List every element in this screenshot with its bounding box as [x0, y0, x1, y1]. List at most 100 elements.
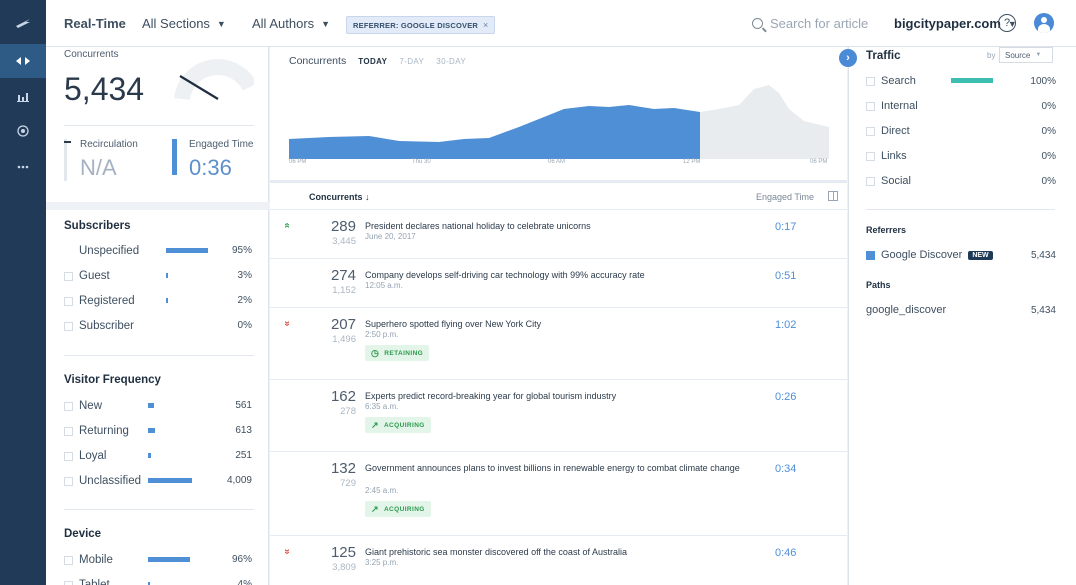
checkbox[interactable]: [64, 555, 73, 565]
article-title[interactable]: Experts predict record-breaking year for…: [365, 391, 745, 402]
article-engaged-time: 1:02: [775, 319, 797, 331]
columns-icon[interactable]: [828, 191, 838, 201]
collapse-panel-icon[interactable]: ›: [839, 49, 857, 67]
logo-icon[interactable]: [0, 6, 46, 40]
article-concurrents: 274: [330, 267, 356, 284]
article-previous: 1,152: [332, 285, 356, 296]
search-input[interactable]: Search for article: [752, 0, 868, 47]
article-row[interactable]: 162 278 Experts predict record-breaking ye…: [270, 380, 847, 452]
referrer-name: Google Discover: [881, 249, 963, 261]
article-time: 3:25 p.m.: [365, 558, 399, 567]
stat-bar: [148, 403, 154, 408]
avatar[interactable]: [1034, 13, 1054, 33]
stat-value: 95%: [231, 245, 252, 256]
article-row[interactable]: 274 1,152 Company develops self-driving ca…: [270, 259, 847, 308]
checkbox[interactable]: [64, 401, 73, 411]
more-icon[interactable]: [0, 150, 46, 184]
sort-label: Concurrents: [309, 192, 363, 202]
stat-label: Tablet: [79, 579, 110, 585]
sections-dropdown[interactable]: All Sections ▼: [142, 0, 226, 47]
stat-label: Registered: [79, 295, 135, 307]
sort-arrow-icon: ↓: [365, 192, 370, 202]
article-time: 12:05 a.m.: [365, 281, 403, 290]
checkbox[interactable]: [64, 476, 73, 486]
article-row[interactable]: 132 729 Government announces plans to inve…: [270, 452, 847, 536]
reports-icon[interactable]: [0, 80, 46, 114]
help-icon[interactable]: ?: [998, 14, 1016, 32]
chevron-down-icon: ▼: [1035, 52, 1042, 58]
sections-label: All Sections: [142, 16, 210, 31]
checkbox[interactable]: [64, 296, 73, 306]
article-title[interactable]: President declares national holiday to c…: [365, 221, 745, 232]
article-title[interactable]: Government announces plans to invest bil…: [365, 463, 745, 474]
chevron-down-icon: ▼: [321, 18, 331, 29]
traffic-row[interactable]: Direct 0%: [866, 121, 1056, 141]
stat-bar: [166, 298, 168, 303]
article-row[interactable]: » 207 1,496 Superhero spotted flying over N…: [270, 308, 847, 380]
traffic-label: Internal: [881, 100, 918, 112]
stat-value: 96%: [231, 554, 252, 565]
x-tick-1: 06 PM: [289, 159, 307, 165]
tab-30-day[interactable]: 30-DAY: [436, 57, 466, 66]
checkbox[interactable]: [64, 321, 73, 331]
traffic-value: 0%: [1041, 150, 1056, 162]
sort-concurrents[interactable]: Concurrents ↓: [309, 192, 370, 202]
authors-dropdown[interactable]: All Authors ▼: [252, 0, 330, 47]
referrer-value: 5,434: [1030, 249, 1056, 261]
checkbox[interactable]: [64, 271, 73, 281]
stat-value: 613: [235, 425, 252, 436]
checkbox[interactable]: [64, 426, 73, 436]
traffic-by-label: by: [987, 51, 996, 60]
checkbox[interactable]: [866, 76, 875, 86]
acquiring-badge: ↗ ACQUIRING: [365, 417, 431, 433]
target-icon[interactable]: [0, 114, 46, 148]
article-row[interactable]: » 125 3,809 Giant prehistoric sea monster d…: [270, 536, 847, 585]
checkbox[interactable]: [866, 126, 875, 136]
realtime-icon[interactable]: [0, 44, 46, 78]
traffic-label: Search: [881, 75, 916, 87]
article-previous: 3,809: [332, 562, 356, 573]
close-icon[interactable]: ×: [483, 20, 488, 30]
tab-today[interactable]: TODAY: [358, 57, 387, 66]
device-title: Device: [64, 528, 102, 540]
traffic-row[interactable]: Links 0%: [866, 146, 1056, 166]
path-value: 5,434: [1030, 304, 1056, 316]
stat-bar: [148, 557, 190, 562]
article-time: 2:50 p.m.: [365, 330, 399, 339]
chart-header: Concurrents TODAY 7-DAY 30-DAY: [289, 55, 466, 67]
referrer-color-swatch: [866, 250, 875, 260]
arrow-up-right-icon: ↗: [371, 503, 379, 514]
concurrents-value: 5,434: [64, 71, 145, 107]
article-title[interactable]: Giant prehistoric sea monster discovered…: [365, 547, 745, 558]
checkbox[interactable]: [64, 451, 73, 461]
checkbox[interactable]: [866, 176, 875, 186]
checkbox[interactable]: [866, 101, 875, 111]
active-filter-tag[interactable]: REFERRER: GOOGLE DISCOVER ×: [346, 16, 496, 34]
x-tick-4: 12 PM: [683, 159, 701, 165]
page-title: Real-Time: [64, 16, 126, 31]
traffic-by-dropdown[interactable]: Source ▼: [999, 47, 1053, 63]
new-badge: NEW: [968, 250, 993, 260]
engaged-time-header[interactable]: Engaged Time: [756, 192, 814, 202]
stat-label: Returning: [79, 425, 129, 437]
referrer-row[interactable]: Google Discover NEW 5,434: [866, 245, 1056, 265]
article-title[interactable]: Company develops self-driving car techno…: [365, 270, 745, 281]
article-engaged-time: 0:34: [775, 463, 797, 475]
article-title[interactable]: Superhero spotted flying over New York C…: [365, 319, 745, 330]
engaged-time-label: Engaged Time: [189, 139, 254, 150]
badge-label: ACQUIRING: [383, 421, 425, 429]
traffic-row[interactable]: Internal 0%: [866, 96, 1056, 116]
tab-7-day[interactable]: 7-DAY: [399, 57, 424, 66]
article-row[interactable]: » 289 3,445 President declares national hol…: [270, 210, 847, 259]
stat-label: Unclassified: [79, 475, 141, 487]
stopwatch-icon: ◷: [371, 347, 380, 358]
stat-bar: [148, 478, 192, 483]
traffic-row[interactable]: Social 0%: [866, 171, 1056, 191]
stat-value: 3%: [237, 270, 252, 281]
stat-value: 561: [235, 400, 252, 411]
stat-label: Mobile: [79, 554, 113, 566]
article-previous: 3,445: [332, 236, 356, 247]
checkbox[interactable]: [866, 151, 875, 161]
path-row[interactable]: google_discover 5,434: [866, 300, 1056, 320]
checkbox[interactable]: [64, 580, 73, 585]
